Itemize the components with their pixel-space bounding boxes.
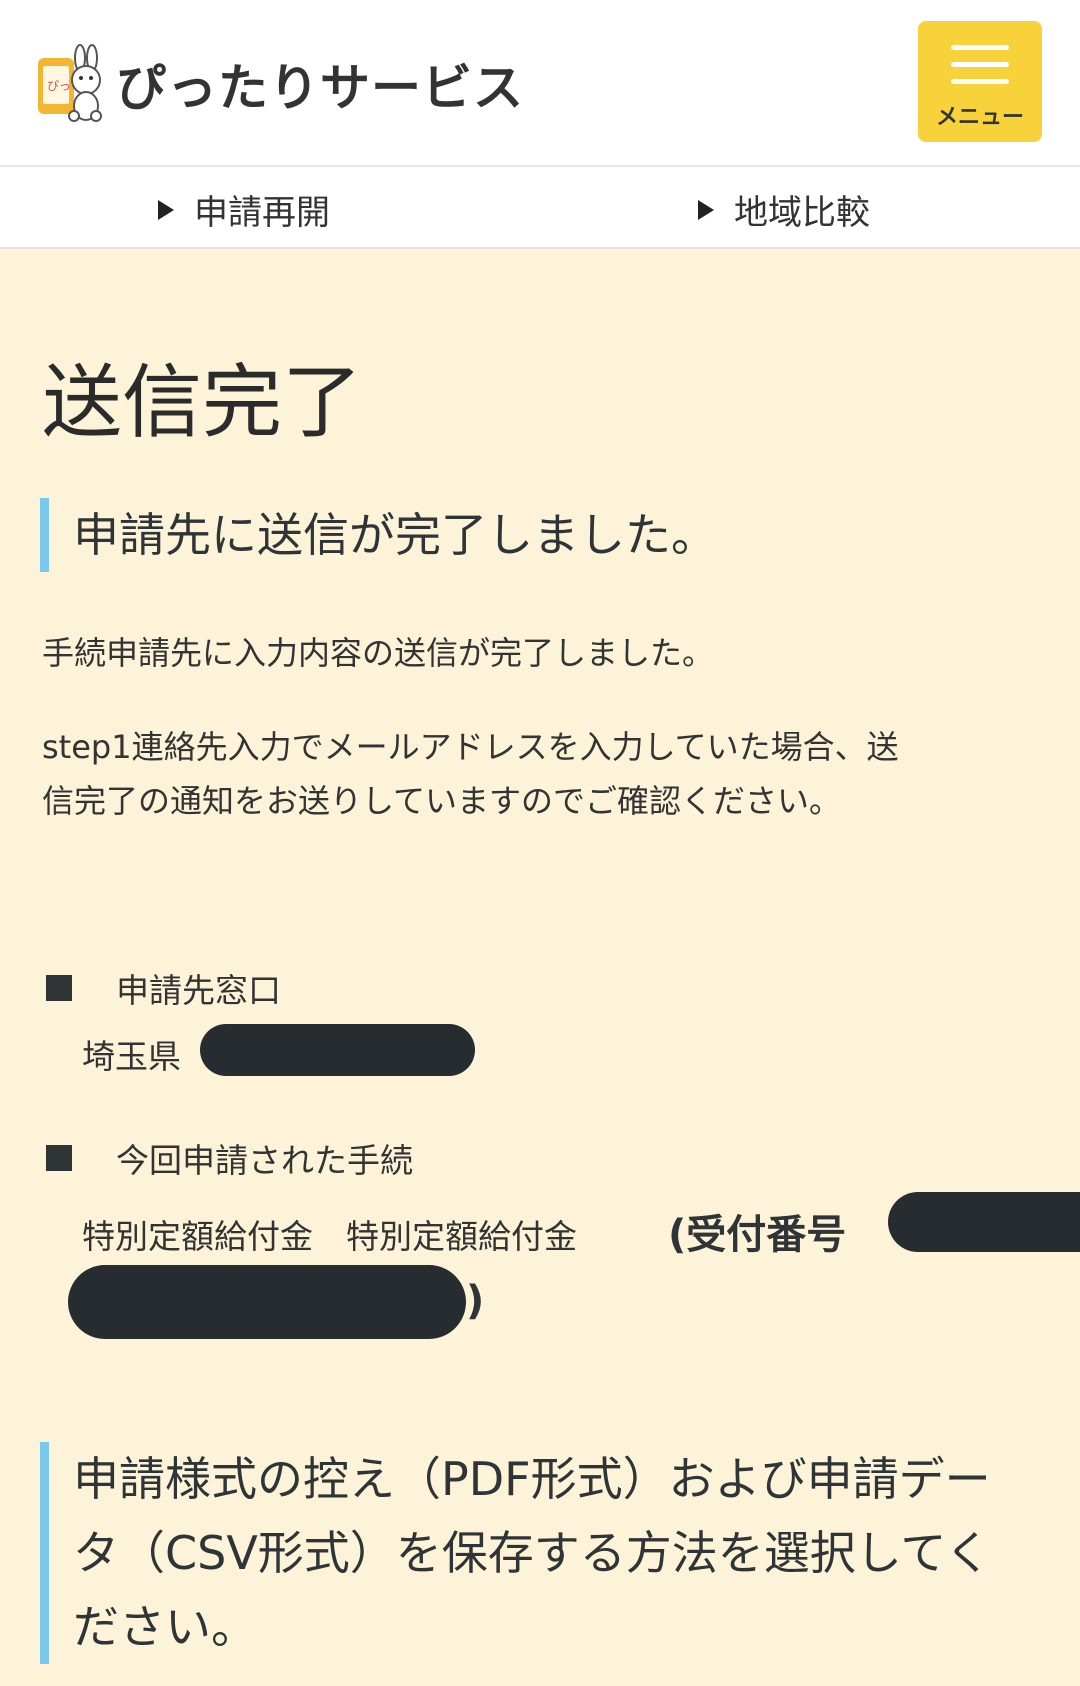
save-method-heading-line1: 申請様式の控え（PDF形式）および申請デー bbox=[73, 1452, 991, 1506]
redaction-block bbox=[888, 1192, 1080, 1252]
nav-region-compare-label: 地域比較 bbox=[734, 193, 870, 233]
receipt-number-suffix: ) bbox=[466, 1278, 485, 1324]
site-logo[interactable]: ぴっ ぴったりサービス bbox=[34, 44, 524, 124]
triangle-right-icon bbox=[158, 199, 174, 220]
procedure-label-text: 今回申請された手続 bbox=[116, 1141, 413, 1180]
completion-heading-text: 申請先に送信が完了しました。 bbox=[73, 508, 717, 562]
destination-label: 申請先窓口 bbox=[46, 964, 281, 1012]
site-header: ぴっ ぴったりサービス メニュー bbox=[0, 0, 1080, 167]
save-method-heading: 申請様式の控え（PDF形式）および申請デー タ（CSV形式）を保存する方法を選択… bbox=[40, 1442, 991, 1664]
menu-button[interactable]: メニュー bbox=[918, 21, 1042, 142]
sub-navigation: 申請再開 地域比較 bbox=[0, 167, 1080, 249]
menu-label: メニュー bbox=[935, 105, 1024, 130]
save-method-heading-line2: タ（CSV形式）を保存する方法を選択してく bbox=[73, 1526, 992, 1580]
procedure-value: 特別定額給付金 特別定額給付金 bbox=[82, 1217, 577, 1256]
destination-label-text: 申請先窓口 bbox=[116, 971, 281, 1010]
redaction-block bbox=[68, 1265, 466, 1339]
notification-message-line1: step1連絡先入力でメールアドレスを入力していた場合、送 bbox=[42, 728, 899, 766]
completion-message: 手続申請先に入力内容の送信が完了しました。 bbox=[42, 634, 715, 672]
rabbit-phone-logo-icon: ぴっ bbox=[34, 44, 106, 124]
redaction-block bbox=[200, 1024, 475, 1076]
svg-text:ぴっ: ぴっ bbox=[47, 79, 71, 93]
procedure-label: 今回申請された手続 bbox=[46, 1134, 413, 1182]
nav-resume-application-label: 申請再開 bbox=[194, 193, 330, 233]
site-logo-text: ぴったりサービス bbox=[116, 59, 524, 117]
destination-value: 埼玉県 bbox=[82, 1037, 181, 1076]
save-method-heading-line3: ださい。 bbox=[73, 1600, 257, 1654]
receipt-number-prefix: (受付番号 bbox=[668, 1212, 847, 1258]
page-title: 送信完了 bbox=[42, 356, 362, 449]
nav-region-compare[interactable]: 地域比較 bbox=[698, 185, 870, 234]
completion-heading: 申請先に送信が完了しました。 bbox=[40, 498, 717, 572]
square-bullet-icon bbox=[46, 975, 72, 1001]
notification-message-line2: 信完了の通知をお送りしていますのでご確認ください。 bbox=[42, 782, 842, 820]
square-bullet-icon bbox=[46, 1145, 72, 1171]
notification-message: step1連絡先入力でメールアドレスを入力していた場合、送 信完了の通知をお送り… bbox=[42, 720, 899, 828]
nav-resume-application[interactable]: 申請再開 bbox=[158, 185, 330, 234]
triangle-right-icon bbox=[698, 199, 714, 220]
